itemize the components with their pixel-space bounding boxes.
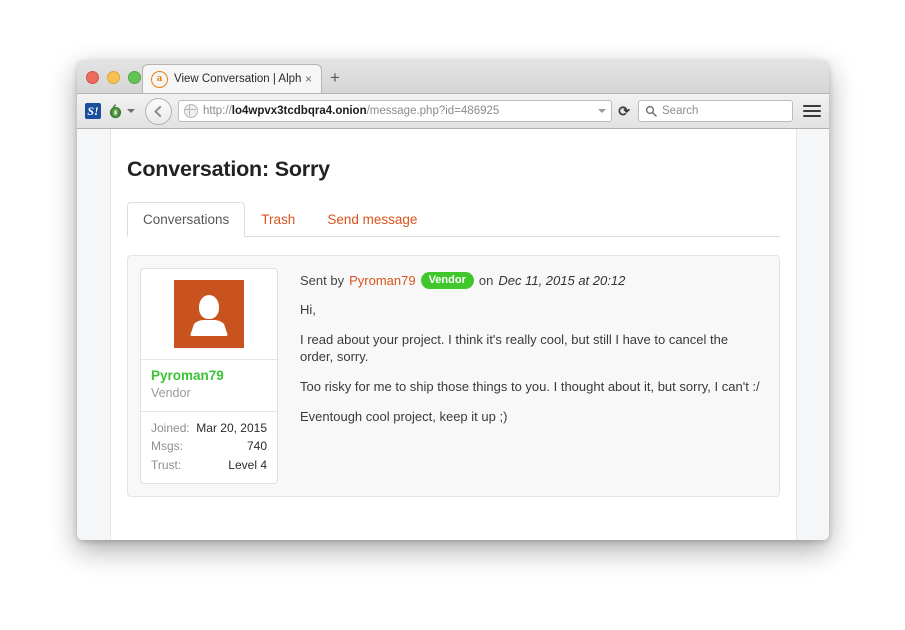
menu-bar-3 bbox=[803, 115, 821, 117]
url-path: /message.php?id=486925 bbox=[366, 105, 500, 117]
address-bar-url: http://lo4wpvx3tcdbqra4.onion/message.ph… bbox=[203, 105, 594, 117]
message-timestamp: Dec 11, 2015 at 20:12 bbox=[498, 273, 626, 288]
torbutton-onion-icon[interactable] bbox=[108, 103, 135, 119]
window-controls bbox=[86, 71, 141, 84]
back-arrow-icon bbox=[154, 105, 162, 117]
browser-tab-strip: a View Conversation | Alphab… × + bbox=[77, 60, 829, 94]
tab-send-message[interactable]: Send message bbox=[311, 202, 433, 237]
minimize-window-button[interactable] bbox=[107, 71, 120, 84]
stat-row: Joined: Mar 20, 2015 bbox=[151, 419, 267, 437]
address-bar[interactable]: http://lo4wpvx3tcdbqra4.onion/message.ph… bbox=[178, 100, 613, 122]
sender-profile-card: Pyroman79 Vendor Joined: Mar 20, 2015 Ms… bbox=[140, 268, 278, 484]
message-line: I read about your project. I think it's … bbox=[300, 331, 729, 364]
close-tab-icon[interactable]: × bbox=[302, 72, 315, 86]
stat-label-msgs: Msgs: bbox=[151, 439, 184, 454]
page-tab-bar: Conversations Trash Send message bbox=[127, 202, 780, 237]
address-dropdown-icon[interactable] bbox=[598, 109, 607, 113]
stat-row: Trust: Level 4 bbox=[151, 456, 267, 474]
chevron-down-icon bbox=[127, 109, 135, 113]
zoom-window-button[interactable] bbox=[128, 71, 141, 84]
browser-tab-title: View Conversation | Alphab… bbox=[174, 73, 302, 85]
message-line: Hi, bbox=[300, 302, 316, 317]
page-viewport: Conversation: Sorry Conversations Trash … bbox=[77, 129, 829, 540]
stat-label-trust: Trust: bbox=[151, 457, 182, 472]
stat-value-joined: Mar 20, 2015 bbox=[196, 421, 267, 436]
profile-identity: Pyroman79 Vendor bbox=[141, 359, 277, 411]
close-window-button[interactable] bbox=[86, 71, 99, 84]
reload-button[interactable]: ⟳ bbox=[618, 103, 630, 120]
favicon-icon: a bbox=[151, 70, 168, 88]
profile-stats: Joined: Mar 20, 2015 Msgs: 740 Trust: Le… bbox=[141, 411, 277, 483]
url-host: lo4wpvx3tcdbqra4.onion bbox=[231, 105, 367, 117]
search-input[interactable]: Search bbox=[662, 105, 698, 117]
stat-value-trust: Level 4 bbox=[228, 457, 267, 472]
vendor-badge: Vendor bbox=[420, 272, 474, 289]
search-bar[interactable]: Search bbox=[638, 100, 793, 122]
page-content-container: Conversation: Sorry Conversations Trash … bbox=[110, 129, 797, 540]
url-scheme: http:// bbox=[203, 105, 232, 117]
avatar-body-icon bbox=[190, 320, 228, 336]
message-meta: Sent by Pyroman79 Vendor on Dec 11, 2015… bbox=[300, 272, 761, 289]
message-sender-link[interactable]: Pyroman79 bbox=[349, 273, 415, 288]
tab-conversations[interactable]: Conversations bbox=[127, 202, 246, 237]
back-button[interactable] bbox=[145, 97, 172, 125]
page-title: Conversation: Sorry bbox=[127, 157, 330, 181]
sent-by-label: Sent by bbox=[300, 273, 345, 288]
stat-value-msgs: 740 bbox=[246, 439, 267, 454]
stat-row: Msgs: 740 bbox=[151, 437, 267, 455]
message-body: Sent by Pyroman79 Vendor on Dec 11, 2015… bbox=[278, 268, 767, 484]
browser-toolbar: S! http://lo4wpvx3tcdbqra4.onion/message… bbox=[77, 94, 829, 129]
browser-window: a View Conversation | Alphab… × + S! bbox=[77, 60, 829, 540]
search-icon bbox=[645, 105, 657, 117]
on-label: on bbox=[478, 273, 494, 288]
menu-bar-2 bbox=[803, 110, 821, 112]
globe-icon bbox=[184, 104, 198, 118]
avatar-head-icon bbox=[199, 295, 219, 319]
menu-bar-1 bbox=[803, 105, 821, 107]
avatar-container bbox=[141, 269, 277, 359]
message-panel: Pyroman79 Vendor Joined: Mar 20, 2015 Ms… bbox=[127, 255, 780, 497]
onion-icon bbox=[108, 103, 123, 119]
browser-tab[interactable]: a View Conversation | Alphab… × bbox=[142, 64, 322, 93]
tab-trash[interactable]: Trash bbox=[245, 202, 311, 237]
stat-label-joined: Joined: bbox=[151, 421, 190, 436]
message-line: Eventough cool project, keep it up ;) bbox=[300, 408, 508, 424]
new-tab-button[interactable]: + bbox=[330, 68, 340, 88]
message-line: Too risky for me to ship those things to… bbox=[300, 378, 760, 394]
avatar[interactable] bbox=[174, 280, 244, 348]
profile-role: Vendor bbox=[151, 386, 191, 401]
profile-username[interactable]: Pyroman79 bbox=[151, 367, 267, 385]
stumbleupon-icon[interactable]: S! bbox=[85, 103, 101, 119]
menu-button[interactable] bbox=[803, 102, 821, 120]
